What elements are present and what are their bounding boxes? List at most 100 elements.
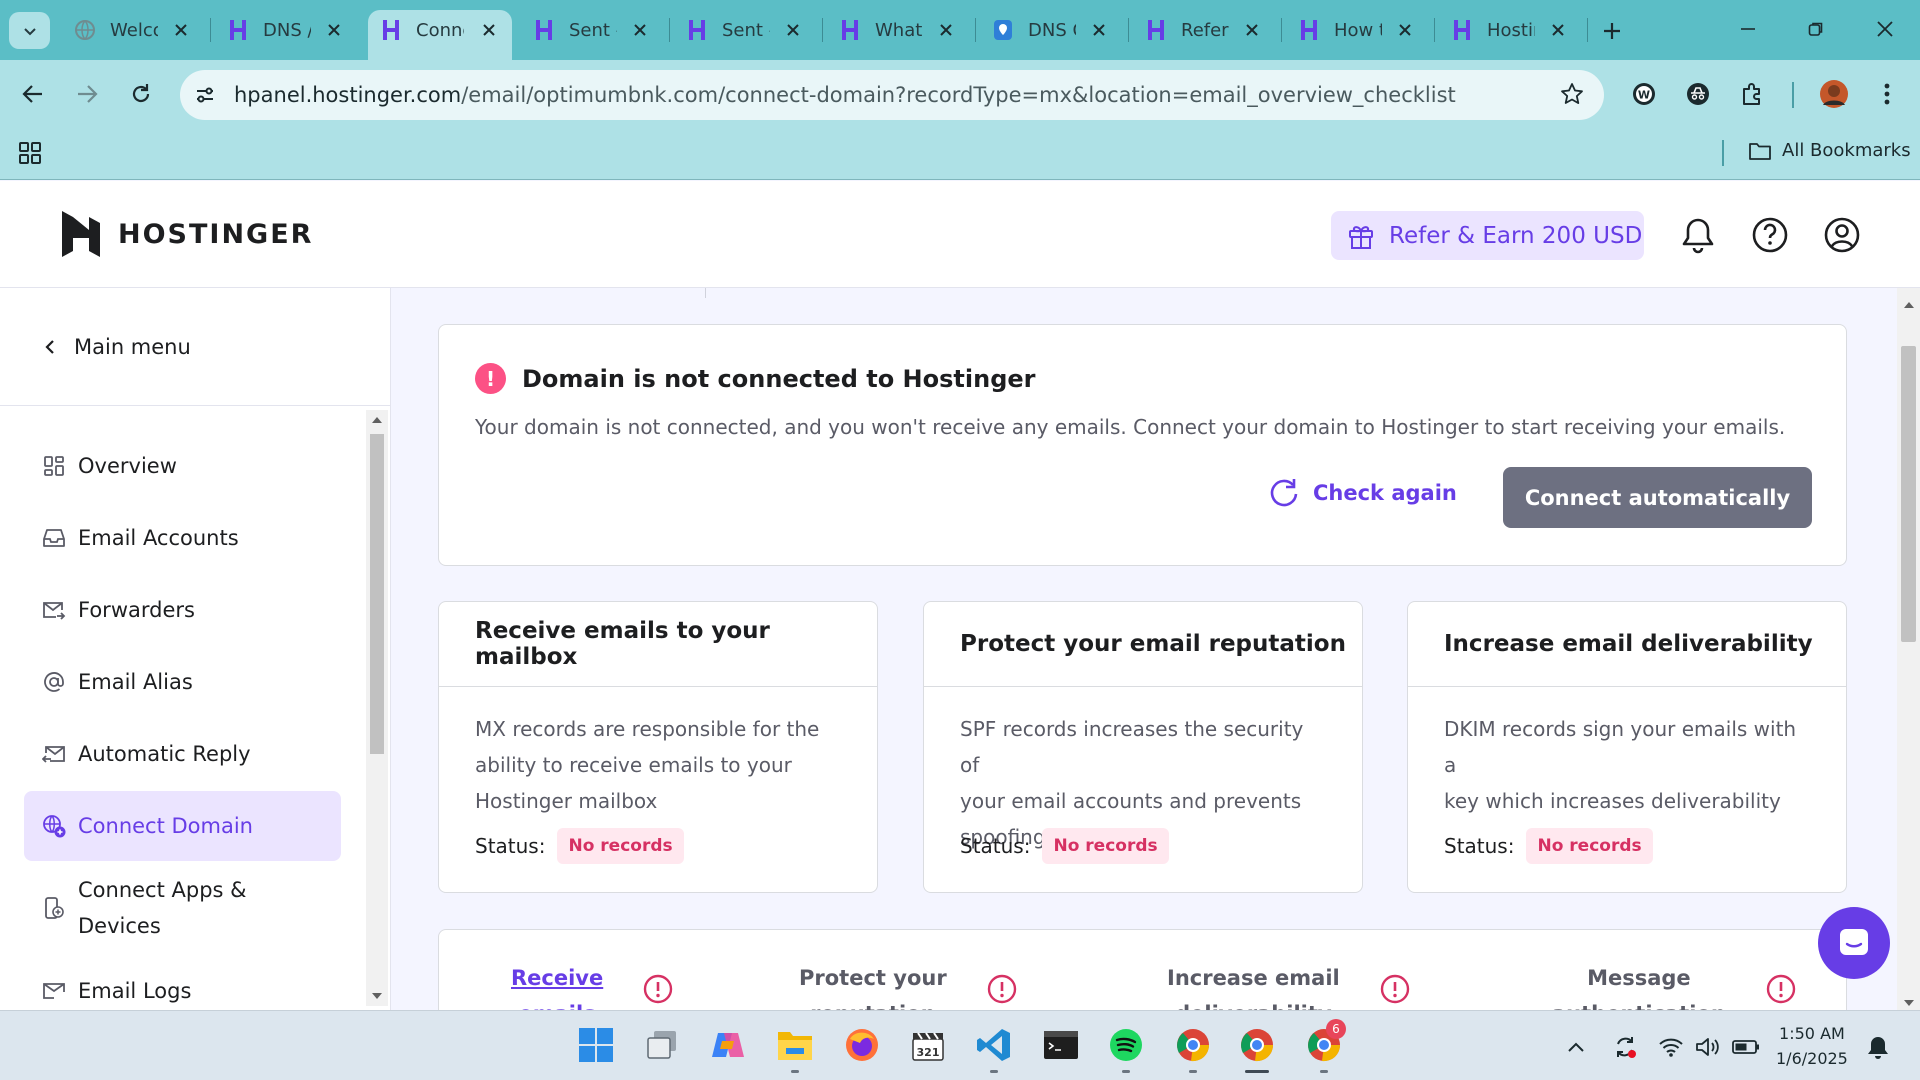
- page-scrollbar[interactable]: [1897, 288, 1920, 1010]
- close-icon[interactable]: [1394, 19, 1416, 41]
- vscode-icon[interactable]: [972, 1023, 1016, 1073]
- bookmark-star-icon[interactable]: [1560, 82, 1584, 110]
- back-button[interactable]: [16, 77, 50, 111]
- reload-button[interactable]: [124, 77, 158, 111]
- sidebar-item-email-alias[interactable]: Email Alias: [24, 647, 341, 717]
- apps-grid-icon[interactable]: [18, 141, 42, 169]
- sidebar-item-overview[interactable]: Overview: [24, 431, 341, 501]
- main-content: ! Domain is not connected to Hostinger Y…: [392, 288, 1920, 1010]
- folder-icon: [1749, 142, 1771, 160]
- restore-button[interactable]: [1801, 14, 1831, 44]
- battery-icon[interactable]: [1732, 1033, 1760, 1061]
- scroll-down-icon[interactable]: [371, 990, 383, 1002]
- all-bookmarks-button[interactable]: All Bookmarks: [1748, 140, 1911, 161]
- close-icon[interactable]: [170, 19, 192, 41]
- live-chat-button[interactable]: [1818, 907, 1890, 979]
- spotify-icon[interactable]: [1104, 1023, 1148, 1073]
- step-label: Increase email deliverability: [1167, 960, 1340, 1010]
- address-bar[interactable]: hpanel.hostinger.com/email/optimumbnk.co…: [180, 70, 1604, 120]
- card-description: DKIM records sign your emails with a key…: [1408, 687, 1846, 815]
- close-icon[interactable]: [935, 19, 957, 41]
- step-protect-reputation[interactable]: Protect your reputation: [799, 960, 1017, 1010]
- hostinger-logo[interactable]: HOSTINGER: [60, 211, 313, 257]
- tab-search-button[interactable]: [9, 12, 50, 49]
- notifications-button[interactable]: [1678, 215, 1718, 255]
- task-view-icon[interactable]: [640, 1023, 684, 1067]
- sidebar-item-label-line2: Devices: [78, 914, 161, 938]
- warning-circle-icon: [1766, 974, 1795, 1004]
- close-icon[interactable]: [1241, 19, 1263, 41]
- clapper-icon[interactable]: 321: [906, 1023, 950, 1067]
- tab-title: DNS C: [1028, 19, 1076, 41]
- chrome-icon[interactable]: [1235, 1023, 1279, 1073]
- mx-record-card: Receive emails to your mailbox MX record…: [438, 601, 878, 893]
- chrome-icon[interactable]: [1171, 1023, 1215, 1073]
- scroll-up-icon[interactable]: [1903, 294, 1915, 313]
- browser-tab[interactable]: Welco: [62, 10, 204, 50]
- close-window-button[interactable]: [1870, 14, 1900, 44]
- spf-record-card: Protect your email reputation SPF record…: [923, 601, 1363, 893]
- sync-icon[interactable]: [1611, 1033, 1639, 1061]
- step-increase-deliverability[interactable]: Increase email deliverability: [1167, 960, 1410, 1010]
- refer-earn-label: Refer & Earn 200 USD: [1389, 222, 1643, 249]
- check-again-button[interactable]: Check again: [1269, 477, 1457, 509]
- browser-tab[interactable]: How t: [1286, 10, 1428, 50]
- extension-incognito-icon[interactable]: [1681, 77, 1715, 111]
- warning-circle-icon: [987, 974, 1016, 1004]
- extensions-puzzle-icon[interactable]: [1735, 77, 1769, 111]
- scroll-up-icon[interactable]: [371, 414, 383, 426]
- browser-tab[interactable]: Sent -: [521, 10, 663, 50]
- page-scroll-thumb[interactable]: [1901, 346, 1916, 642]
- browser-tab[interactable]: What: [827, 10, 969, 50]
- close-icon[interactable]: [1088, 19, 1110, 41]
- tab-title: What: [875, 19, 923, 41]
- refer-earn-button[interactable]: Refer & Earn 200 USD: [1331, 211, 1644, 260]
- volume-icon[interactable]: [1694, 1033, 1722, 1061]
- sidebar-item-forwarders[interactable]: Forwarders: [24, 575, 341, 645]
- connect-automatically-button[interactable]: Connect automatically: [1503, 467, 1812, 528]
- close-icon[interactable]: [782, 19, 804, 41]
- step-message-authentication[interactable]: Message authentication: [1552, 960, 1796, 1010]
- terminal-icon[interactable]: [1039, 1023, 1083, 1067]
- notification-bell-icon[interactable]: [1864, 1033, 1892, 1061]
- browser-tab[interactable]: DNS /: [215, 10, 357, 50]
- step-receive-emails[interactable]: Receive emails: [511, 960, 673, 1010]
- browser-menu-icon[interactable]: [1870, 77, 1904, 111]
- sidebar-item-connect-apps[interactable]: Connect Apps & Devices: [24, 863, 341, 953]
- browser-tab[interactable]: Hostin: [1439, 10, 1581, 50]
- windows-start-icon[interactable]: [574, 1023, 618, 1067]
- browser-tab[interactable]: DNS C: [980, 10, 1122, 50]
- file-explorer-icon[interactable]: [773, 1023, 817, 1073]
- close-icon[interactable]: [1547, 19, 1569, 41]
- chrome-icon[interactable]: 6: [1302, 1019, 1346, 1073]
- hostinger-icon: [1451, 19, 1473, 41]
- sidebar-scroll-thumb[interactable]: [370, 434, 384, 754]
- close-icon[interactable]: [629, 19, 651, 41]
- close-icon[interactable]: [478, 19, 500, 41]
- minimize-button[interactable]: [1733, 14, 1763, 44]
- chevron-up-icon[interactable]: [1562, 1033, 1590, 1061]
- sidebar-item-connect-domain[interactable]: Connect Domain: [24, 791, 341, 861]
- help-button[interactable]: [1750, 215, 1790, 255]
- sidebar-item-email-accounts[interactable]: Email Accounts: [24, 503, 341, 573]
- site-settings-icon[interactable]: [188, 78, 222, 112]
- browser-tab[interactable]: Referr: [1133, 10, 1275, 50]
- account-button[interactable]: [1822, 215, 1862, 255]
- system-clock[interactable]: 1:50 AM 1/6/2025: [1776, 1021, 1848, 1071]
- new-tab-button[interactable]: [1597, 16, 1627, 46]
- profile-avatar[interactable]: [1817, 77, 1851, 111]
- browser-tab[interactable]: Sent -: [674, 10, 816, 50]
- sidebar-item-automatic-reply[interactable]: Automatic Reply: [24, 719, 341, 789]
- firefox-icon[interactable]: [840, 1023, 884, 1067]
- wifi-icon[interactable]: [1657, 1033, 1685, 1061]
- tab-separator: [1587, 18, 1588, 42]
- scroll-down-icon[interactable]: [1903, 992, 1915, 1010]
- main-menu-link[interactable]: Main menu: [0, 288, 390, 406]
- sidebar-item-email-logs[interactable]: Email Logs: [24, 956, 341, 1010]
- close-icon[interactable]: [323, 19, 345, 41]
- forward-button[interactable]: [70, 77, 104, 111]
- sidebar-scrollbar[interactable]: [366, 410, 388, 1006]
- browser-tab-active[interactable]: Conne: [368, 10, 512, 60]
- extension-w-icon[interactable]: W: [1627, 77, 1661, 111]
- copilot-icon[interactable]: [706, 1023, 750, 1067]
